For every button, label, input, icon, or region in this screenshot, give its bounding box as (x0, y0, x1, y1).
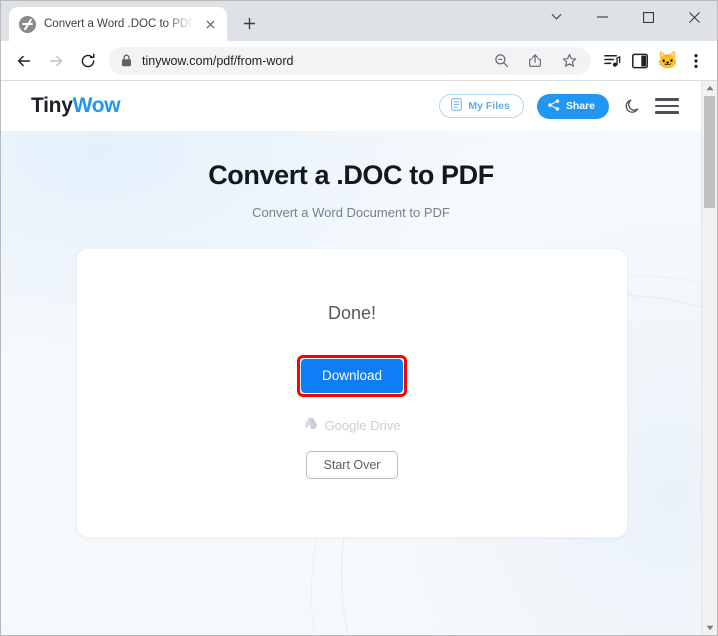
address-bar[interactable]: tinywow.com/pdf/from-word (109, 46, 591, 75)
logo-part-tiny: Tiny (31, 94, 73, 117)
header-actions: My Files Share (439, 93, 679, 119)
close-icon[interactable] (201, 15, 219, 33)
download-highlight-annotation: Download (297, 355, 407, 397)
vertical-scrollbar[interactable] (701, 81, 717, 635)
new-tab-button[interactable] (237, 11, 261, 35)
hamburger-line (655, 111, 679, 114)
my-files-button[interactable]: My Files (439, 94, 524, 118)
maximize-icon[interactable] (625, 1, 671, 33)
side-panel-icon[interactable] (627, 47, 653, 75)
hamburger-icon[interactable] (655, 97, 679, 115)
page-subtitle: Convert a Word Document to PDF (252, 205, 450, 220)
window-controls (533, 1, 717, 33)
tab-title: Convert a Word .DOC to PDF Onl (44, 18, 193, 30)
browser-tab[interactable]: Convert a Word .DOC to PDF Onl (9, 7, 227, 41)
share-icon[interactable] (523, 49, 547, 73)
tinywow-logo[interactable]: TinyWow (31, 94, 121, 118)
share-nodes-icon (548, 98, 560, 114)
chevron-down-icon[interactable] (533, 1, 579, 33)
share-button[interactable]: Share (536, 93, 609, 119)
scroll-down-icon[interactable] (702, 621, 717, 635)
star-icon[interactable] (557, 49, 581, 73)
page-title: Convert a .DOC to PDF (208, 160, 494, 190)
page-body: Convert a .DOC to PDF Convert a Word Doc… (1, 131, 701, 635)
google-drive-icon (304, 417, 318, 433)
conversion-card: Done! Download Google Drive Start Over (76, 248, 628, 538)
window-close-icon[interactable] (671, 1, 717, 33)
my-files-label: My Files (468, 100, 510, 112)
minimize-icon[interactable] (579, 1, 625, 33)
browser-toolbar: tinywow.com/pdf/from-word 🐱 (1, 41, 717, 81)
media-list-icon[interactable] (599, 47, 625, 75)
avatar[interactable]: 🐱 (655, 47, 681, 75)
hamburger-line (655, 104, 679, 108)
scroll-up-icon[interactable] (702, 81, 717, 95)
web-page: TinyWow My Files Share Convert a .DOC to… (1, 81, 701, 635)
forward-icon[interactable] (41, 46, 71, 76)
download-button[interactable]: Download (301, 359, 403, 393)
back-icon[interactable] (9, 46, 39, 76)
site-header: TinyWow My Files Share (1, 81, 701, 131)
lock-icon (121, 54, 132, 67)
browser-menu-icon[interactable] (683, 47, 709, 75)
profile-icon: 🐱 (657, 51, 679, 70)
status-text: Done! (327, 303, 377, 323)
browser-viewport: TinyWow My Files Share Convert a .DOC to… (1, 81, 717, 635)
google-drive-option[interactable]: Google Drive (304, 417, 401, 433)
hamburger-line (655, 98, 679, 101)
document-icon (451, 98, 463, 114)
scrollbar-thumb[interactable] (704, 96, 715, 208)
start-over-button[interactable]: Start Over (306, 451, 398, 479)
globe-icon (19, 15, 36, 33)
google-drive-label: Google Drive (324, 417, 401, 433)
tab-strip: Convert a Word .DOC to PDF Onl (1, 1, 717, 41)
browser-window: Convert a Word .DOC to PDF Onl (0, 0, 718, 636)
reload-icon[interactable] (73, 46, 103, 76)
share-label: Share (565, 100, 595, 112)
search-minus-icon[interactable] (489, 49, 513, 73)
logo-part-wow: Wow (72, 94, 121, 117)
url-text: tinywow.com/pdf/from-word (142, 53, 294, 68)
moon-icon[interactable] (622, 96, 642, 116)
